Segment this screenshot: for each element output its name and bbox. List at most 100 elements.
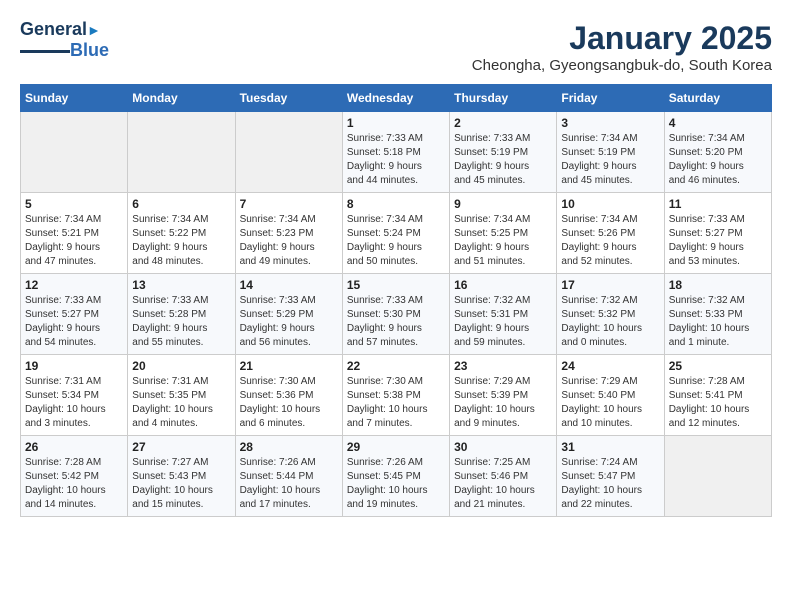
- header-cell-wednesday: Wednesday: [342, 85, 449, 112]
- day-cell: 1 Sunrise: 7:33 AM Sunset: 5:18 PM Daylig…: [342, 112, 449, 193]
- day-number: 7: [240, 197, 338, 211]
- day-info: Sunrise: 7:33 AM Sunset: 5:28 PM Dayligh…: [132, 294, 230, 350]
- day-info: Sunrise: 7:32 AM Sunset: 5:32 PM Dayligh…: [561, 294, 659, 350]
- header-cell-sunday: Sunday: [21, 85, 128, 112]
- day-info: Sunrise: 7:34 AM Sunset: 5:20 PM Dayligh…: [669, 132, 767, 188]
- day-number: 14: [240, 278, 338, 292]
- day-number: 20: [132, 359, 230, 373]
- logo-line: [20, 50, 70, 53]
- logo-blue: Blue: [70, 40, 109, 61]
- day-cell: 6Sunrise: 7:34 AM Sunset: 5:22 PM Daylig…: [128, 193, 235, 274]
- day-number: 30: [454, 440, 552, 454]
- day-cell: 7 Sunrise: 7:34 AM Sunset: 5:23 PM Daylig…: [235, 193, 342, 274]
- day-cell: 17 Sunrise: 7:32 AM Sunset: 5:32 PM Dayli…: [557, 274, 664, 355]
- day-number: 4: [669, 116, 767, 130]
- day-cell: 27Sunrise: 7:27 AM Sunset: 5:43 PM Dayli…: [128, 436, 235, 517]
- day-number: 10: [561, 197, 659, 211]
- day-info: Sunrise: 7:33 AM Sunset: 5:18 PM Dayligh…: [347, 132, 445, 188]
- logo-text: General►: [20, 20, 101, 40]
- day-number: 21: [240, 359, 338, 373]
- day-cell: 25Sunrise: 7:28 AM Sunset: 5:41 PM Dayli…: [664, 355, 771, 436]
- day-info: Sunrise: 7:33 AM Sunset: 5:27 PM Dayligh…: [25, 294, 123, 350]
- day-info: Sunrise: 7:34 AM Sunset: 5:23 PM Dayligh…: [240, 213, 338, 269]
- day-number: 24: [561, 359, 659, 373]
- day-cell: 21 Sunrise: 7:30 AM Sunset: 5:36 PM Dayli…: [235, 355, 342, 436]
- day-number: 17: [561, 278, 659, 292]
- day-cell: 23Sunrise: 7:29 AM Sunset: 5:39 PM Dayli…: [450, 355, 557, 436]
- day-info: Sunrise: 7:34 AM Sunset: 5:22 PM Dayligh…: [132, 213, 230, 269]
- day-info: Sunrise: 7:30 AM Sunset: 5:36 PM Dayligh…: [240, 375, 338, 431]
- day-cell: 3Sunrise: 7:34 AM Sunset: 5:19 PM Daylig…: [557, 112, 664, 193]
- day-number: 28: [240, 440, 338, 454]
- header: General► Blue January 2025 Cheongha, Gye…: [20, 20, 772, 74]
- day-info: Sunrise: 7:34 AM Sunset: 5:21 PM Dayligh…: [25, 213, 123, 269]
- day-number: 16: [454, 278, 552, 292]
- day-cell: [21, 112, 128, 193]
- day-number: 8: [347, 197, 445, 211]
- day-info: Sunrise: 7:33 AM Sunset: 5:19 PM Dayligh…: [454, 132, 552, 188]
- day-number: 13: [132, 278, 230, 292]
- header-cell-saturday: Saturday: [664, 85, 771, 112]
- day-info: Sunrise: 7:28 AM Sunset: 5:42 PM Dayligh…: [25, 456, 123, 512]
- day-number: 19: [25, 359, 123, 373]
- day-cell: 20Sunrise: 7:31 AM Sunset: 5:35 PM Dayli…: [128, 355, 235, 436]
- day-info: Sunrise: 7:25 AM Sunset: 5:46 PM Dayligh…: [454, 456, 552, 512]
- header-cell-thursday: Thursday: [450, 85, 557, 112]
- day-cell: 8 Sunrise: 7:34 AM Sunset: 5:24 PM Daylig…: [342, 193, 449, 274]
- day-info: Sunrise: 7:33 AM Sunset: 5:29 PM Dayligh…: [240, 294, 338, 350]
- day-info: Sunrise: 7:34 AM Sunset: 5:25 PM Dayligh…: [454, 213, 552, 269]
- day-number: 15: [347, 278, 445, 292]
- day-info: Sunrise: 7:29 AM Sunset: 5:40 PM Dayligh…: [561, 375, 659, 431]
- header-cell-monday: Monday: [128, 85, 235, 112]
- day-number: 31: [561, 440, 659, 454]
- header-cell-tuesday: Tuesday: [235, 85, 342, 112]
- title-section: January 2025 Cheongha, Gyeongsangbuk-do,…: [472, 20, 772, 74]
- day-cell: 15 Sunrise: 7:33 AM Sunset: 5:30 PM Dayli…: [342, 274, 449, 355]
- day-number: 2: [454, 116, 552, 130]
- day-number: 1: [347, 116, 445, 130]
- week-row-3: 12 Sunrise: 7:33 AM Sunset: 5:27 PM Dayli…: [21, 274, 772, 355]
- day-info: Sunrise: 7:24 AM Sunset: 5:47 PM Dayligh…: [561, 456, 659, 512]
- day-cell: 16 Sunrise: 7:32 AM Sunset: 5:31 PM Dayli…: [450, 274, 557, 355]
- day-number: 3: [561, 116, 659, 130]
- day-cell: [235, 112, 342, 193]
- day-info: Sunrise: 7:34 AM Sunset: 5:26 PM Dayligh…: [561, 213, 659, 269]
- day-info: Sunrise: 7:26 AM Sunset: 5:44 PM Dayligh…: [240, 456, 338, 512]
- day-cell: [128, 112, 235, 193]
- calendar-header-row: SundayMondayTuesdayWednesdayThursdayFrid…: [21, 85, 772, 112]
- day-number: 26: [25, 440, 123, 454]
- day-cell: 22 Sunrise: 7:30 AM Sunset: 5:38 PM Dayli…: [342, 355, 449, 436]
- calendar-body: 1 Sunrise: 7:33 AM Sunset: 5:18 PM Daylig…: [21, 112, 772, 517]
- day-cell: 14 Sunrise: 7:33 AM Sunset: 5:29 PM Dayli…: [235, 274, 342, 355]
- day-info: Sunrise: 7:29 AM Sunset: 5:39 PM Dayligh…: [454, 375, 552, 431]
- day-cell: 9 Sunrise: 7:34 AM Sunset: 5:25 PM Daylig…: [450, 193, 557, 274]
- day-info: Sunrise: 7:30 AM Sunset: 5:38 PM Dayligh…: [347, 375, 445, 431]
- day-info: Sunrise: 7:34 AM Sunset: 5:24 PM Dayligh…: [347, 213, 445, 269]
- day-cell: 10 Sunrise: 7:34 AM Sunset: 5:26 PM Dayli…: [557, 193, 664, 274]
- week-row-2: 5 Sunrise: 7:34 AM Sunset: 5:21 PM Daylig…: [21, 193, 772, 274]
- day-cell: 29Sunrise: 7:26 AM Sunset: 5:45 PM Dayli…: [342, 436, 449, 517]
- day-cell: 13 Sunrise: 7:33 AM Sunset: 5:28 PM Dayli…: [128, 274, 235, 355]
- week-row-4: 19Sunrise: 7:31 AM Sunset: 5:34 PM Dayli…: [21, 355, 772, 436]
- logo: General► Blue: [20, 20, 109, 61]
- day-cell: 24 Sunrise: 7:29 AM Sunset: 5:40 PM Dayli…: [557, 355, 664, 436]
- day-number: 25: [669, 359, 767, 373]
- day-cell: 31 Sunrise: 7:24 AM Sunset: 5:47 PM Dayli…: [557, 436, 664, 517]
- day-number: 5: [25, 197, 123, 211]
- day-cell: 28 Sunrise: 7:26 AM Sunset: 5:44 PM Dayli…: [235, 436, 342, 517]
- day-info: Sunrise: 7:33 AM Sunset: 5:30 PM Dayligh…: [347, 294, 445, 350]
- day-number: 18: [669, 278, 767, 292]
- day-cell: 12 Sunrise: 7:33 AM Sunset: 5:27 PM Dayli…: [21, 274, 128, 355]
- day-cell: 19Sunrise: 7:31 AM Sunset: 5:34 PM Dayli…: [21, 355, 128, 436]
- day-number: 9: [454, 197, 552, 211]
- day-cell: 4 Sunrise: 7:34 AM Sunset: 5:20 PM Daylig…: [664, 112, 771, 193]
- day-cell: 18Sunrise: 7:32 AM Sunset: 5:33 PM Dayli…: [664, 274, 771, 355]
- day-info: Sunrise: 7:32 AM Sunset: 5:31 PM Dayligh…: [454, 294, 552, 350]
- week-row-1: 1 Sunrise: 7:33 AM Sunset: 5:18 PM Daylig…: [21, 112, 772, 193]
- day-number: 12: [25, 278, 123, 292]
- week-row-5: 26 Sunrise: 7:28 AM Sunset: 5:42 PM Dayli…: [21, 436, 772, 517]
- day-number: 22: [347, 359, 445, 373]
- day-number: 11: [669, 197, 767, 211]
- calendar-title: January 2025: [472, 20, 772, 57]
- day-cell: 30 Sunrise: 7:25 AM Sunset: 5:46 PM Dayli…: [450, 436, 557, 517]
